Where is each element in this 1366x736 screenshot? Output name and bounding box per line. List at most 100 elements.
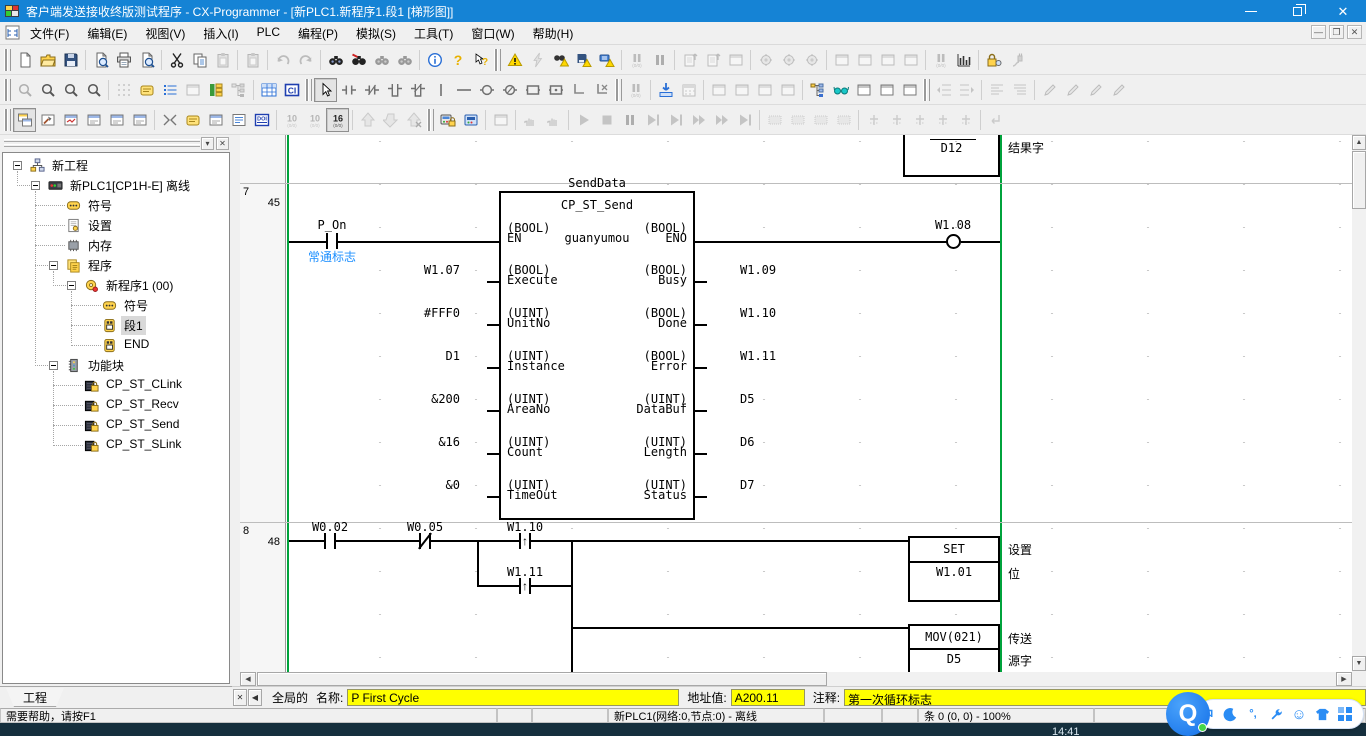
- copy-button[interactable]: [188, 48, 211, 72]
- ime-logo[interactable]: Q: [1166, 692, 1210, 736]
- output-coil[interactable]: [946, 234, 961, 249]
- menu-8[interactable]: 工具(T): [405, 22, 462, 45]
- ime-emoji-icon[interactable]: ☺: [1291, 706, 1307, 722]
- toolbar-gripper[interactable]: [4, 49, 11, 71]
- toolbar-gripper[interactable]: [4, 79, 11, 101]
- mdi-close-button[interactable]: ✕: [1347, 25, 1362, 39]
- new-contact-button[interactable]: [337, 78, 360, 102]
- menu-2[interactable]: 编辑(E): [78, 22, 136, 45]
- new-horizontal-button[interactable]: [452, 78, 475, 102]
- io-comment-window-button[interactable]: [105, 108, 128, 132]
- fb-input-value[interactable]: W1.07: [336, 264, 460, 277]
- horizontal-scroll-thumb[interactable]: [257, 672, 827, 686]
- new-connector-button[interactable]: [567, 78, 590, 102]
- instruction-operand[interactable]: W1.01: [910, 563, 998, 600]
- preview-button[interactable]: [89, 48, 112, 72]
- monitor-hex-button[interactable]: 16(0/0): [326, 108, 349, 132]
- show-comments-button[interactable]: [135, 78, 158, 102]
- menu-10[interactable]: 帮助(H): [524, 22, 583, 45]
- tree-item-7[interactable]: 新程序1 (00): [103, 276, 176, 295]
- ime-menu-icon[interactable]: [1337, 706, 1353, 722]
- new-file-button[interactable]: [13, 48, 36, 72]
- cut-button[interactable]: [165, 48, 188, 72]
- watch-glasses-button[interactable]: [829, 78, 852, 102]
- check-program-button[interactable]: [572, 48, 595, 72]
- window-z-button[interactable]: [852, 78, 875, 102]
- fb-instance-view-button[interactable]: [806, 78, 829, 102]
- close-button[interactable]: ✕: [1320, 0, 1366, 22]
- open-file-button[interactable]: [36, 48, 59, 72]
- mov-instruction-box[interactable]: MOV(021) D5: [908, 624, 1000, 672]
- tree-item-3[interactable]: 符号: [85, 196, 115, 215]
- window-x-button[interactable]: [875, 78, 898, 102]
- fb-input-value[interactable]: D1: [336, 350, 460, 363]
- window-check-button[interactable]: [898, 78, 921, 102]
- print-preview-button[interactable]: [135, 48, 158, 72]
- compile-button[interactable]: [503, 48, 526, 72]
- rung-comment-button[interactable]: [181, 108, 204, 132]
- panel-menu-button[interactable]: ▾: [201, 137, 214, 150]
- set-instruction-box[interactable]: SET W1.01: [908, 536, 1000, 602]
- fb-input-value[interactable]: #FFF0: [336, 307, 460, 320]
- tree-item-15[interactable]: CP_ST_SLink: [103, 436, 184, 452]
- fb-output-value[interactable]: D5: [740, 393, 754, 406]
- fb-output-value[interactable]: D6: [740, 436, 754, 449]
- tree-item-13[interactable]: CP_ST_Recv: [103, 396, 182, 412]
- fb-output-value[interactable]: W1.09: [740, 264, 776, 277]
- workspace-window-button[interactable]: [13, 108, 36, 132]
- rung-colors-button[interactable]: [204, 78, 227, 102]
- scroll-right-button[interactable]: ▶: [1336, 672, 1352, 686]
- output-window-button[interactable]: [36, 108, 59, 132]
- new-vertical-button[interactable]: [429, 78, 452, 102]
- ime-wrench-icon[interactable]: [1268, 706, 1284, 722]
- project-tab[interactable]: 工程: [6, 688, 64, 707]
- scroll-left-button[interactable]: ◀: [240, 672, 256, 686]
- fields-close-button[interactable]: ✕: [233, 689, 247, 706]
- tree-item-10[interactable]: END: [121, 336, 152, 352]
- find-button[interactable]: [324, 48, 347, 72]
- tree-item-11[interactable]: 功能块: [85, 356, 127, 375]
- vertical-scroll-thumb[interactable]: [1352, 151, 1366, 209]
- contact[interactable]: [322, 533, 338, 549]
- new-inverted-instruction-button[interactable]: [544, 78, 567, 102]
- rising-edge-contact[interactable]: ↑: [517, 578, 533, 594]
- toolbar-gripper[interactable]: [4, 109, 11, 131]
- mdi-restore-button[interactable]: ❐: [1329, 25, 1344, 39]
- replace-button[interactable]: [347, 48, 370, 72]
- io-table-button[interactable]: DOI: [250, 108, 273, 132]
- mdi-minimize-button[interactable]: —: [1311, 25, 1326, 39]
- toolbar-gripper[interactable]: [427, 109, 434, 131]
- fb-output-value[interactable]: D7: [740, 479, 754, 492]
- menu-1[interactable]: 文件(F): [21, 22, 78, 45]
- rising-edge-contact[interactable]: ↑: [517, 533, 533, 549]
- tree-expander-minus[interactable]: [31, 181, 40, 190]
- fb-input-value[interactable]: &0: [336, 479, 460, 492]
- address-reference-button[interactable]: [82, 108, 105, 132]
- minimize-button[interactable]: [1228, 0, 1274, 22]
- new-closed-or-contact-button[interactable]: [406, 78, 429, 102]
- tree-item-8[interactable]: 符号: [121, 296, 151, 315]
- menu-5[interactable]: PLC: [248, 22, 289, 45]
- new-coil-button[interactable]: [475, 78, 498, 102]
- view-ci-button[interactable]: CI: [280, 78, 303, 102]
- fb-input-value[interactable]: &200: [336, 393, 460, 406]
- tree-item-12[interactable]: CP_ST_CLink: [103, 376, 185, 392]
- zoom-100-button[interactable]: [82, 78, 105, 102]
- time-chart-button[interactable]: [952, 48, 975, 72]
- ime-punctuation-icon[interactable]: °,: [1245, 706, 1261, 722]
- new-instruction-button[interactable]: [521, 78, 544, 102]
- split-window-button[interactable]: [158, 108, 181, 132]
- menu-7[interactable]: 模拟(S): [347, 22, 405, 45]
- fields-prev-button[interactable]: ◀: [248, 689, 262, 706]
- tree-item-2[interactable]: 新PLC1[CP1H-E] 离线: [67, 176, 193, 195]
- tree-expander-minus[interactable]: [49, 361, 58, 370]
- new-closed-contact-button[interactable]: [360, 78, 383, 102]
- auto-online-button[interactable]: [459, 108, 482, 132]
- view-symbol-table-button[interactable]: [257, 78, 280, 102]
- ime-moon-icon[interactable]: [1222, 706, 1238, 722]
- zoom-out-button[interactable]: [59, 78, 82, 102]
- tree-item-5[interactable]: 内存: [85, 236, 115, 255]
- context-help-button[interactable]: ?: [469, 48, 492, 72]
- restore-button[interactable]: [1274, 0, 1320, 22]
- fb-input-value[interactable]: &16: [336, 436, 460, 449]
